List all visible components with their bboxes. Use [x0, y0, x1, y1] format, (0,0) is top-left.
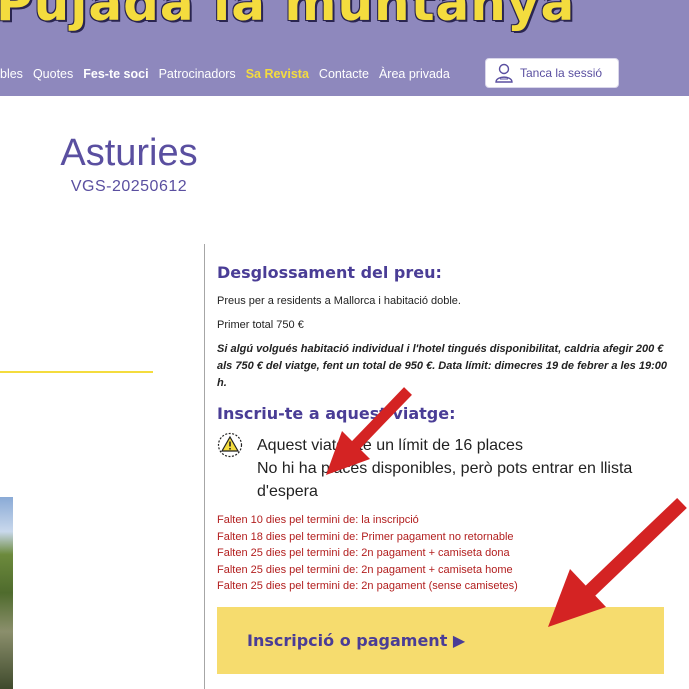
nav-item-bles[interactable]: bles — [0, 67, 23, 81]
logout-button[interactable]: Tanca la sessió — [485, 58, 619, 88]
nav-item-fes-te-soci[interactable]: Fes-te soci — [83, 67, 148, 81]
user-icon — [495, 63, 513, 83]
price-heading: Desglossament del preu: — [217, 263, 442, 282]
annotation-arrow — [326, 387, 412, 475]
price-note: Si algú volgués habitació individual i l… — [217, 343, 667, 389]
nav-item-quotes[interactable]: Quotes — [33, 67, 73, 81]
site-brand[interactable]: Pujada la muntanya — [0, 0, 575, 32]
logout-label: Tanca la sessió — [520, 66, 603, 80]
trip-title: Asturies — [60, 132, 198, 174]
column-divider — [204, 244, 205, 689]
nav-item-patrocinadors[interactable]: Patrocinadors — [159, 67, 236, 81]
nav-item-area-privada[interactable]: Àrea privada — [379, 67, 450, 81]
price-first-total: Primer total 750 € — [217, 319, 304, 331]
main-nav: bles Quotes Fes-te soci Patrocinadors Sa… — [0, 64, 460, 84]
site-header: Pujada la muntanya bles Quotes Fes-te so… — [0, 0, 689, 96]
warning-people-icon — [217, 432, 243, 458]
divider-line — [0, 371, 153, 373]
annotation-arrow — [548, 497, 687, 627]
price-residents: Preus per a residents a Mallorca i habit… — [217, 295, 461, 307]
nav-item-sa-revista[interactable]: Sa Revista — [246, 67, 309, 81]
trip-photo — [0, 497, 13, 689]
trip-code: VGS-20250612 — [70, 178, 188, 195]
nav-item-contacte[interactable]: Contacte — [319, 67, 369, 81]
